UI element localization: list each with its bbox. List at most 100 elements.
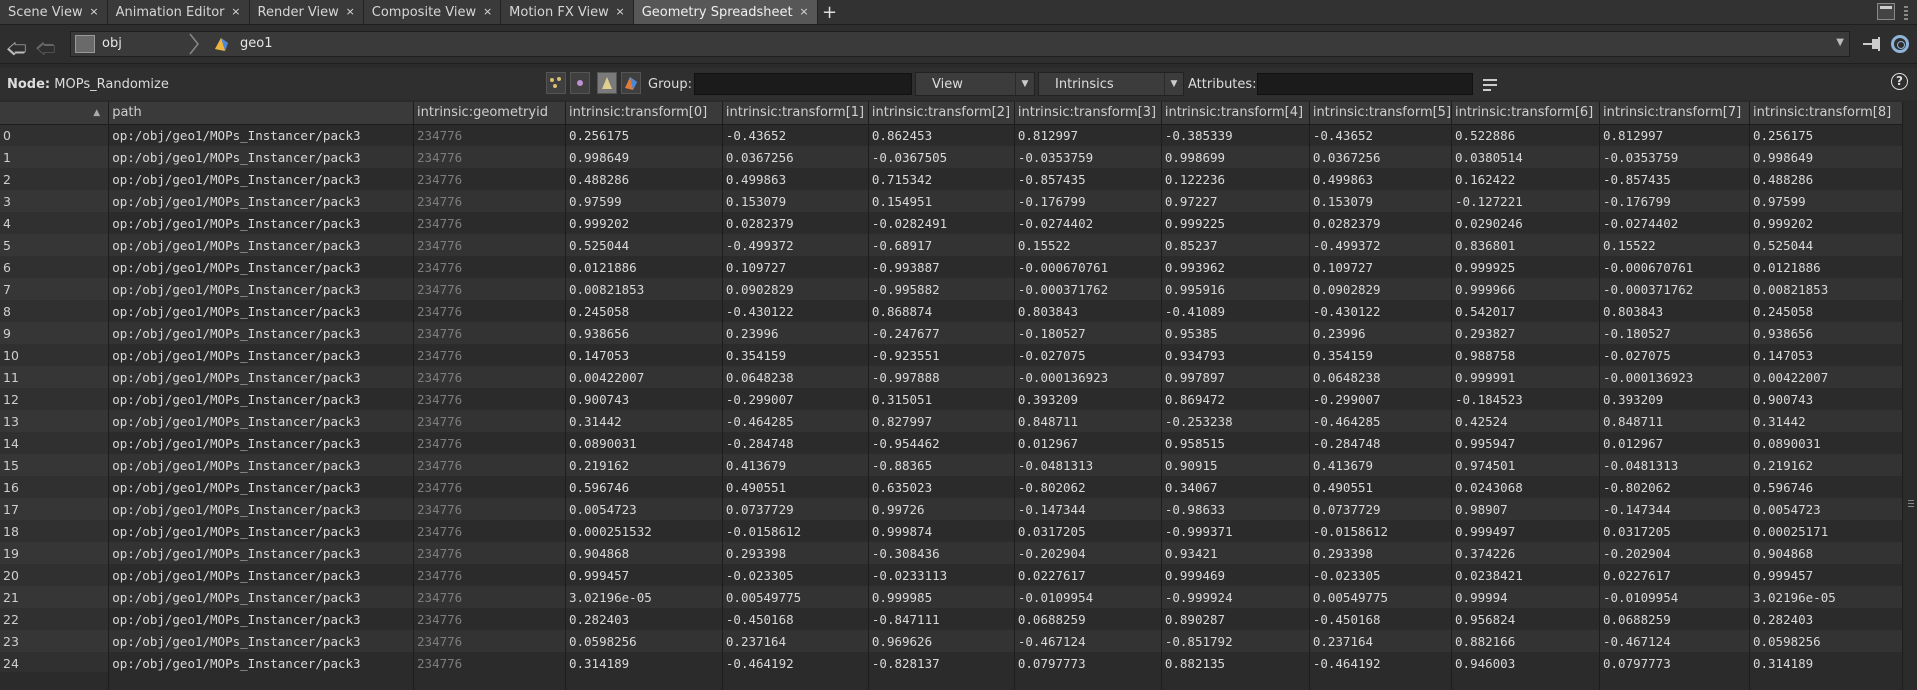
table-cell[interactable]: -0.247677 xyxy=(868,322,1015,344)
table-cell[interactable]: 0.812997 xyxy=(1014,124,1162,146)
table-cell[interactable]: op:/obj/geo1/MOPs_Instancer/pack3 xyxy=(108,608,415,630)
table-cell[interactable]: -0.202904 xyxy=(1014,542,1162,564)
row-index-cell[interactable]: 19 xyxy=(0,542,110,564)
table-cell[interactable]: 0.000251532 xyxy=(565,520,723,542)
table-cell[interactable]: -0.023305 xyxy=(722,564,869,586)
table-row[interactable]: 13 op:/obj/geo1/MOPs_Instancer/pack3 23477… xyxy=(0,410,1904,432)
table-cell[interactable]: -0.0353759 xyxy=(1599,146,1750,168)
table-cell[interactable]: 0.999225 xyxy=(1161,212,1310,234)
primitives-mode-icon[interactable] xyxy=(597,72,617,94)
table-cell[interactable]: -0.999924 xyxy=(1161,586,1310,608)
maximize-pane-button[interactable] xyxy=(1877,3,1895,20)
table-cell[interactable]: -0.857435 xyxy=(1599,168,1750,190)
table-cell[interactable]: -0.993887 xyxy=(868,256,1015,278)
table-cell[interactable]: 0.0902829 xyxy=(1309,278,1453,300)
table-cell[interactable]: op:/obj/geo1/MOPs_Instancer/pack3 xyxy=(108,564,415,586)
table-cell[interactable]: 0.237164 xyxy=(1309,630,1453,652)
table-cell[interactable]: 0.956824 xyxy=(1451,608,1600,630)
table-cell[interactable]: 0.153079 xyxy=(1309,190,1453,212)
table-cell[interactable]: -0.176799 xyxy=(1599,190,1750,212)
vertical-scrollbar[interactable] xyxy=(1903,102,1917,690)
table-cell[interactable]: 0.999457 xyxy=(1749,564,1904,586)
tab-composite-view[interactable]: Composite View × xyxy=(363,0,502,24)
row-index-cell[interactable]: 17 xyxy=(0,498,110,520)
table-cell[interactable]: 0.34067 xyxy=(1161,476,1310,498)
table-cell[interactable]: 0.946003 xyxy=(1451,652,1600,674)
table-cell[interactable]: -0.0481313 xyxy=(1599,454,1750,476)
table-cell[interactable]: 0.315051 xyxy=(868,388,1015,410)
table-cell[interactable]: -0.851792 xyxy=(1161,630,1310,652)
table-cell[interactable]: op:/obj/geo1/MOPs_Instancer/pack3 xyxy=(108,410,415,432)
table-cell[interactable]: -0.0233113 xyxy=(868,564,1015,586)
table-row[interactable]: 7 op:/obj/geo1/MOPs_Instancer/pack3 234776… xyxy=(0,278,1904,300)
table-cell[interactable]: 234776 xyxy=(413,520,566,542)
table-cell[interactable]: 0.219162 xyxy=(1749,454,1904,476)
row-index-cell[interactable]: 7 xyxy=(0,278,110,300)
table-cell[interactable]: -0.000670761 xyxy=(1014,256,1162,278)
table-cell[interactable]: 0.413679 xyxy=(722,454,869,476)
add-tab-button[interactable]: + xyxy=(818,0,842,24)
table-row[interactable]: 17 op:/obj/geo1/MOPs_Instancer/pack3 23477… xyxy=(0,498,1904,520)
table-cell[interactable]: 0.154951 xyxy=(868,190,1015,212)
table-cell[interactable]: 0.90915 xyxy=(1161,454,1310,476)
table-cell[interactable]: 0.012967 xyxy=(1014,432,1162,454)
forward-arrow-icon[interactable]: 🢢 xyxy=(35,34,56,68)
table-cell[interactable]: 0.488286 xyxy=(1749,168,1904,190)
table-cell[interactable]: 0.999874 xyxy=(868,520,1015,542)
table-cell[interactable]: 0.00821853 xyxy=(565,278,723,300)
table-cell[interactable]: 0.314189 xyxy=(1749,652,1904,674)
table-cell[interactable]: -0.43652 xyxy=(722,124,869,146)
table-row[interactable]: 6 op:/obj/geo1/MOPs_Instancer/pack3 234776… xyxy=(0,256,1904,278)
table-cell[interactable]: 0.256175 xyxy=(1749,124,1904,146)
table-cell[interactable]: 0.0227617 xyxy=(1014,564,1162,586)
row-index-cell[interactable]: 6 xyxy=(0,256,110,278)
table-cell[interactable]: 0.245058 xyxy=(1749,300,1904,322)
group-field[interactable] xyxy=(694,73,912,95)
table-cell[interactable]: -0.68917 xyxy=(868,234,1015,256)
table-cell[interactable]: 0.904868 xyxy=(565,542,723,564)
points-mode-icon[interactable] xyxy=(546,72,566,94)
path-dropdown-icon[interactable]: ▼ xyxy=(1836,37,1844,48)
table-cell[interactable]: 0.0290246 xyxy=(1451,212,1600,234)
table-cell[interactable]: 0.97599 xyxy=(565,190,723,212)
row-index-cell[interactable]: 4 xyxy=(0,212,110,234)
table-row[interactable]: 21 op:/obj/geo1/MOPs_Instancer/pack3 23477… xyxy=(0,586,1904,608)
table-cell[interactable]: 0.153079 xyxy=(722,190,869,212)
pin-icon[interactable] xyxy=(1862,35,1884,53)
row-index-cell[interactable]: 21 xyxy=(0,586,110,608)
table-cell[interactable]: 0.969626 xyxy=(868,630,1015,652)
table-cell[interactable]: 234776 xyxy=(413,168,566,190)
pane-menu-handle[interactable] xyxy=(1904,4,1912,20)
table-cell[interactable]: -0.467124 xyxy=(1014,630,1162,652)
table-cell[interactable]: 0.109727 xyxy=(1309,256,1453,278)
table-cell[interactable]: 0.109727 xyxy=(722,256,869,278)
column-header[interactable]: intrinsic:transform[0] xyxy=(565,102,723,125)
table-cell[interactable]: -0.147344 xyxy=(1599,498,1750,520)
table-cell[interactable]: op:/obj/geo1/MOPs_Instancer/pack3 xyxy=(108,520,415,542)
table-cell[interactable]: 0.596746 xyxy=(565,476,723,498)
table-cell[interactable]: 0.525044 xyxy=(1749,234,1904,256)
table-cell[interactable]: 0.998699 xyxy=(1161,146,1310,168)
table-cell[interactable]: 234776 xyxy=(413,564,566,586)
row-index-cell[interactable]: 22 xyxy=(0,608,110,630)
table-cell[interactable]: 0.97599 xyxy=(1749,190,1904,212)
table-cell[interactable]: 0.219162 xyxy=(565,454,723,476)
table-cell[interactable]: 0.42524 xyxy=(1451,410,1600,432)
table-cell[interactable]: -0.000136923 xyxy=(1014,366,1162,388)
table-cell[interactable]: op:/obj/geo1/MOPs_Instancer/pack3 xyxy=(108,652,415,674)
table-cell[interactable]: 0.995947 xyxy=(1451,432,1600,454)
tab-render-view[interactable]: Render View × xyxy=(249,0,364,24)
table-cell[interactable]: op:/obj/geo1/MOPs_Instancer/pack3 xyxy=(108,168,415,190)
table-cell[interactable]: 0.848711 xyxy=(1014,410,1162,432)
table-cell[interactable]: 0.00025171 xyxy=(1749,520,1904,542)
table-cell[interactable]: 234776 xyxy=(413,212,566,234)
table-cell[interactable]: op:/obj/geo1/MOPs_Instancer/pack3 xyxy=(108,542,415,564)
table-cell[interactable]: -0.464192 xyxy=(722,652,869,674)
sort-up-icon[interactable]: ▲ xyxy=(93,108,100,118)
table-cell[interactable]: 0.15522 xyxy=(1014,234,1162,256)
table-cell[interactable]: 0.85237 xyxy=(1161,234,1310,256)
row-index-cell[interactable]: 14 xyxy=(0,432,110,454)
table-cell[interactable]: 234776 xyxy=(413,124,566,146)
table-row[interactable]: 4 op:/obj/geo1/MOPs_Instancer/pack3 234776… xyxy=(0,212,1904,234)
table-cell[interactable]: 0.354159 xyxy=(1309,344,1453,366)
